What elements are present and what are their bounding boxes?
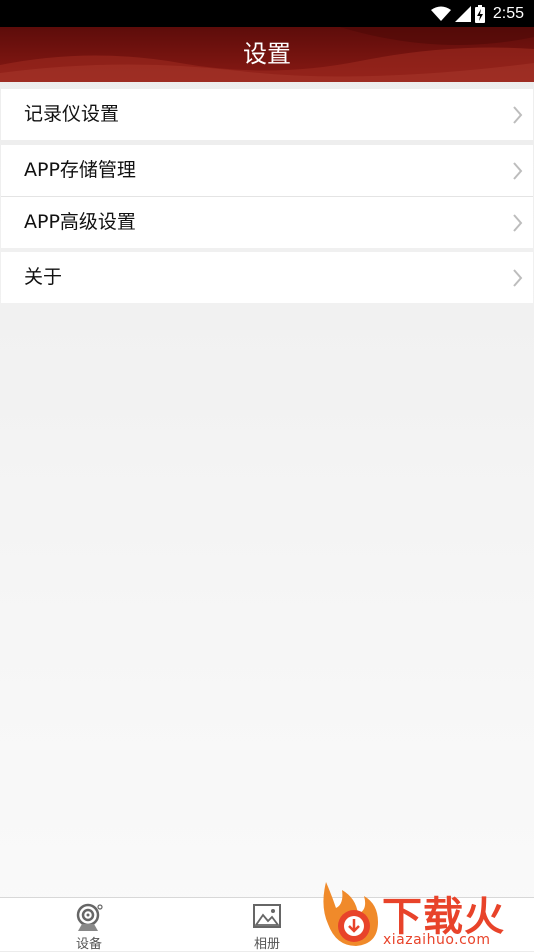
wifi-icon bbox=[430, 6, 451, 21]
chevron-right-icon bbox=[513, 162, 523, 180]
flame-logo bbox=[323, 882, 378, 946]
app-storage-item[interactable]: APP存储管理 bbox=[1, 145, 533, 197]
app-storage-label: APP存储管理 bbox=[24, 159, 136, 181]
recorder-settings-label: 记录仪设置 bbox=[24, 103, 120, 125]
nav-tab-album[interactable]: 相册 bbox=[207, 898, 327, 952]
about-label: 关于 bbox=[24, 266, 63, 288]
page-title: 设置 bbox=[243, 40, 291, 68]
app-advanced-settings-item[interactable]: APP高级设置 bbox=[1, 197, 533, 248]
settings-group-recorder: 记录仪设置 bbox=[1, 89, 533, 140]
album-icon bbox=[253, 904, 281, 928]
battery-charging-icon bbox=[474, 5, 485, 23]
status-bar: 2:55 bbox=[0, 0, 534, 27]
chevron-right-icon bbox=[513, 106, 523, 124]
nav-tab-device[interactable]: 设备 bbox=[29, 898, 149, 952]
chevron-right-icon bbox=[513, 214, 523, 232]
status-icons: 2:55 bbox=[430, 3, 524, 25]
recorder-settings-item[interactable]: 记录仪设置 bbox=[1, 89, 533, 140]
camera-icon bbox=[76, 903, 103, 931]
watermark-url: xiazaihuo.com bbox=[383, 932, 491, 948]
nav-tab-album-label: 相册 bbox=[253, 937, 280, 952]
title-bar: 设置 bbox=[0, 27, 534, 82]
settings-group-about: 关于 bbox=[1, 252, 533, 303]
chevron-right-icon bbox=[513, 269, 523, 287]
about-item[interactable]: 关于 bbox=[1, 252, 533, 303]
nav-tab-device-label: 设备 bbox=[75, 937, 102, 952]
status-time: 2:55 bbox=[492, 5, 524, 22]
watermark: 下载火 xiazaihuo.com bbox=[316, 880, 534, 950]
settings-group-app: APP存储管理 APP高级设置 bbox=[1, 145, 533, 248]
app-advanced-settings-label: APP高级设置 bbox=[24, 211, 136, 233]
cell-signal-icon bbox=[454, 6, 471, 22]
